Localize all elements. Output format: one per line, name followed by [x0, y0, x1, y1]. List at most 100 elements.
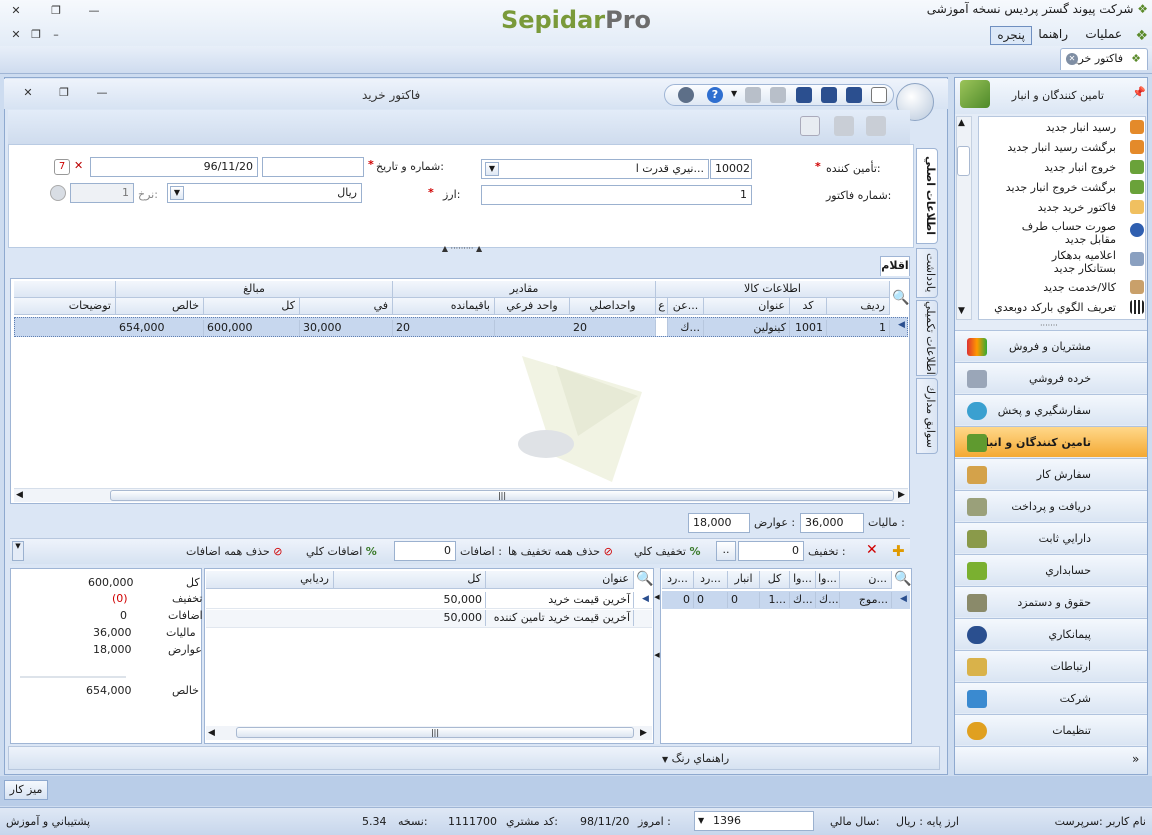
task-new-receipt-return[interactable]: برگشت رسید انبار جدید	[1007, 141, 1116, 154]
dropdown-icon[interactable]: ▼	[731, 89, 737, 98]
cell-mid-total[interactable]: 50,000	[334, 610, 486, 626]
settings-icon[interactable]	[678, 87, 694, 103]
cell-net[interactable]: 654,000	[116, 320, 204, 336]
col-mid-tracking[interactable]: رديابي	[206, 571, 334, 589]
tab-main-info[interactable]: اطلاعات اصلي	[916, 148, 938, 244]
nav-payroll[interactable]: حقوق و دستمزد	[955, 586, 1147, 617]
nav-settings[interactable]: تنظيمات	[955, 714, 1147, 745]
tab-items[interactable]: اقلام	[880, 256, 910, 276]
help-icon[interactable]: ?	[707, 87, 723, 103]
minimize-window-icon[interactable]: —	[94, 86, 110, 100]
supplier-dropdown-icon[interactable]: ▼	[485, 162, 499, 176]
col-stock-unit2[interactable]: وا...	[790, 571, 816, 589]
color-guide-bar[interactable]	[8, 746, 940, 770]
menu-window[interactable]: پنجره	[990, 26, 1032, 45]
search-icon[interactable]: 🔍	[894, 571, 911, 587]
task-new-purchase-invoice[interactable]: فاکتور خرید جدید	[1038, 201, 1116, 214]
calendar-icon[interactable]: 7	[54, 159, 70, 175]
col-net[interactable]: خالص	[116, 298, 204, 315]
remove-additions-button[interactable]: حذف همه اضافات ⊘	[186, 545, 282, 558]
nav-work-order[interactable]: سفارش كار	[955, 458, 1147, 489]
additions-input[interactable]: 0	[394, 541, 456, 561]
restore-mdi-icon[interactable]: ❐	[28, 28, 44, 42]
col-stock-warehouse[interactable]: انبار	[728, 571, 760, 589]
nav-communications[interactable]: ارتباطات	[955, 650, 1147, 681]
chevron-down-icon[interactable]: ▼	[698, 816, 704, 825]
col-stock-total[interactable]: كل	[760, 571, 790, 589]
menu-help[interactable]: راهنما	[1032, 26, 1074, 45]
cell-total[interactable]: 600,000	[204, 320, 300, 336]
cell-row[interactable]: 1	[827, 320, 890, 336]
support-link[interactable]: پشتيباني و آموزش	[6, 815, 90, 828]
tax-input[interactable]: 36,000	[800, 513, 864, 533]
rate-refresh-icon[interactable]	[50, 185, 66, 201]
col-stock-unit1[interactable]: وا...	[816, 571, 840, 589]
col-total[interactable]: كل	[204, 298, 300, 315]
color-guide-toggle[interactable]: ▼ راهنماي رنگ	[662, 752, 729, 765]
pin-icon[interactable]: 📌	[1132, 86, 1146, 99]
date-input[interactable]: 96/11/20	[90, 157, 258, 177]
fiscal-year-select[interactable]: 1396	[694, 811, 814, 831]
scroll-left-icon[interactable]: ◀	[208, 728, 215, 738]
tab-extra-info[interactable]: اطلاعات تكميلي	[916, 300, 938, 376]
cell-stock-track1[interactable]: 0	[694, 592, 728, 608]
expand-panel-icon[interactable]: »	[1132, 752, 1139, 766]
scrollbar-thumb[interactable]: |||	[110, 490, 894, 501]
calculator-icon[interactable]	[800, 116, 820, 136]
tab-notes[interactable]: يادداشت	[916, 248, 938, 298]
cell-mid-total[interactable]: 50,000	[334, 592, 486, 608]
nav-receipts-payments[interactable]: دريافت و پرداخت	[955, 490, 1147, 521]
task-new-statement[interactable]: صورت حساب طرف مقابل جدید	[1016, 220, 1116, 246]
cell-remaining[interactable]: 20	[393, 320, 495, 336]
col-a[interactable]: ع	[656, 298, 668, 315]
tab-purchase-invoice[interactable]: فاکتور خرید ❖ ✕	[1060, 48, 1148, 70]
tab-close-icon[interactable]: ✕	[1066, 53, 1078, 65]
col-mid-total[interactable]: كل	[334, 571, 486, 589]
col-fee[interactable]: في	[300, 298, 393, 315]
cell-stock-unit2[interactable]: ك...	[790, 592, 816, 608]
cell-stock-warehouse[interactable]: 0	[728, 592, 760, 608]
nav-retail[interactable]: خرده فروشي	[955, 362, 1147, 393]
search-icon[interactable]: 🔍	[636, 571, 653, 587]
print-icon[interactable]	[745, 87, 761, 103]
desk-button[interactable]: ميز كار	[4, 780, 48, 800]
nav-contracting[interactable]: پيمانكاري	[955, 618, 1147, 649]
add-icon[interactable]: ✚	[892, 542, 905, 560]
number-input[interactable]	[262, 157, 364, 177]
cell-fee[interactable]: 30,000	[300, 320, 393, 336]
nav-accounting[interactable]: حسابداري	[955, 554, 1147, 585]
new-document-icon[interactable]	[871, 87, 887, 103]
total-discount-button[interactable]: تخفيف كلي %	[634, 545, 701, 558]
col-short[interactable]: عن...	[668, 298, 704, 315]
save-icon[interactable]	[846, 87, 862, 103]
cell-a[interactable]	[656, 318, 668, 336]
discount-input[interactable]: 0	[738, 541, 804, 561]
nav-suppliers-warehouse[interactable]: تامين كنندگان و انبار	[955, 426, 1147, 457]
task-new-debit-credit[interactable]: اعلامیه بدهکار بستانکار جدید	[1016, 249, 1116, 275]
restore-app-icon[interactable]: ❐	[48, 4, 64, 18]
cell-main-unit[interactable]: 20	[570, 320, 656, 336]
supplier-code-input[interactable]: 10002	[710, 159, 752, 179]
col-stock-track1[interactable]: رد...	[694, 571, 728, 589]
col-main-unit[interactable]: واحداصلي	[570, 298, 656, 315]
panel-splitter-handle[interactable]: ·······	[1040, 321, 1058, 330]
currency-select[interactable]: ريال	[167, 183, 362, 203]
task-new-item[interactable]: کالا/خدمت جدید	[1043, 281, 1116, 294]
minimize-mdi-icon[interactable]: –	[48, 28, 64, 42]
cell-mid-title[interactable]: آخرين قيمت خريد	[486, 592, 634, 608]
copy-doc-icon[interactable]	[866, 116, 886, 136]
close-mdi-icon[interactable]: ✕	[8, 28, 24, 42]
invoice-number-input[interactable]: 1	[481, 185, 752, 205]
nav-order-distribution[interactable]: سفارشگيري و پخش	[955, 394, 1147, 425]
cell-stock-total[interactable]: 1...	[760, 592, 790, 608]
cancel-doc-icon[interactable]	[834, 116, 854, 136]
col-row[interactable]: رديف	[827, 298, 890, 315]
task-barcode-template[interactable]: تعريف الگوي بارکد دوبعدي	[994, 301, 1116, 314]
scroll-up-icon[interactable]: ▲	[958, 118, 965, 128]
duty-input[interactable]: 18,000	[688, 513, 750, 533]
remove-discounts-button[interactable]: حذف همه تخفيف ها ⊘	[508, 545, 613, 558]
cell-mid-title[interactable]: آخرين قيمت خريد تامين كننده	[486, 610, 634, 626]
rate-input[interactable]: 1	[70, 183, 134, 203]
scrollbar-thumb[interactable]	[957, 146, 970, 176]
cell-title[interactable]: كينولين	[704, 320, 790, 336]
